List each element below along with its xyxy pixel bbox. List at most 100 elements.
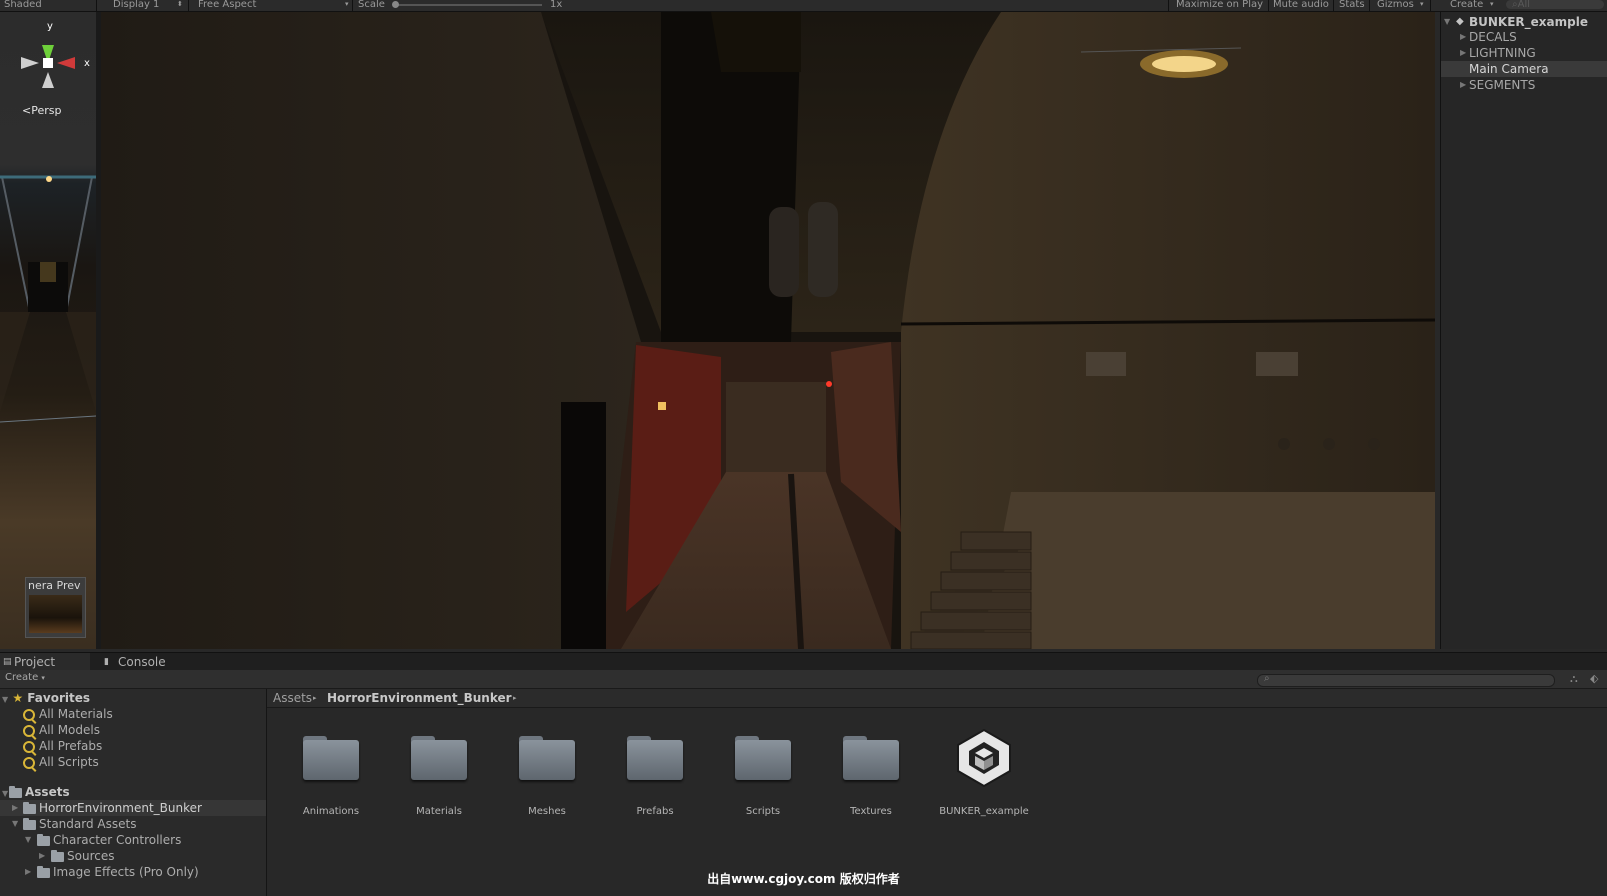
gizmo-neg-x-axis[interactable] [21,57,39,69]
display-dropdown-arrow-icon: ⬍ [177,0,183,8]
breadcrumb-current[interactable]: HorrorEnvironment_Bunker [327,689,512,707]
expand-triangle-icon[interactable]: ▼ [25,832,31,848]
folder-icon [735,736,791,780]
asset-folder-materials[interactable]: Materials [394,726,484,817]
folder-icon [23,802,36,814]
favorites-item-all-models[interactable]: All Models [39,722,100,738]
aspect-dropdown-arrow-icon: ▾ [345,0,349,8]
hierarchy-panel: ▼ ◆ BUNKER_example ▶ DECALS ▶ LIGHTNING … [1440,12,1607,649]
filter-by-type-icon[interactable]: ⛬ [1570,672,1578,686]
maximize-on-play-toggle[interactable]: Maximize on Play [1176,0,1263,10]
unity-scene-icon [957,728,1011,788]
scale-slider-handle[interactable] [392,1,399,8]
mute-audio-toggle[interactable]: Mute audio [1273,0,1329,10]
collapse-triangle-icon[interactable]: ▶ [12,800,18,816]
scene-gizmo[interactable]: y x [0,12,96,112]
asset-folder-meshes[interactable]: Meshes [502,726,592,817]
gizmo-center-cube[interactable] [43,58,53,68]
collapse-triangle-icon[interactable]: ▶ [1460,45,1466,61]
tab-project[interactable]: ▤ Project [0,653,90,671]
unity-scene-icon: ◆ [1456,16,1464,27]
gizmos-dropdown[interactable]: Gizmos [1377,0,1414,10]
folder-icon [23,818,36,830]
breadcrumb-separator-icon: ▸ [513,694,517,702]
gizmo-neg-y-axis[interactable] [42,72,54,88]
collapse-triangle-icon[interactable]: ▶ [1460,29,1466,45]
asset-folder-animations[interactable]: Animations [286,726,376,817]
hierarchy-item-lightning[interactable]: ▶ LIGHTNING [1441,45,1607,61]
folder-icon [843,736,899,780]
asset-folder-textures[interactable]: Textures [826,726,916,817]
tab-console[interactable]: ▮ Console [102,653,166,671]
folder-icon [37,834,50,846]
aspect-dropdown[interactable]: Free Aspect [198,0,256,10]
tree-item-horrorenvironment-bunker[interactable]: ▶ HorrorEnvironment_Bunker [0,800,266,816]
expand-triangle-icon[interactable]: ▼ [2,789,8,798]
hierarchy-item-segments[interactable]: ▶ SEGMENTS [1441,77,1607,93]
favorites-item-all-scripts[interactable]: All Scripts [39,754,99,770]
gizmo-x-label: x [84,58,90,69]
breadcrumb-assets[interactable]: Assets [273,689,312,707]
hierarchy-item-label: LIGHTNING [1469,46,1536,60]
game-view-rendering [101,12,1435,649]
asset-label: Textures [850,806,892,817]
bottom-tab-bar: ▤ Project ▮ Console [0,652,1607,671]
asset-scene-bunker-example[interactable]: BUNKER_example [934,726,1034,817]
breadcrumb: Assets ▸ HorrorEnvironment_Bunker ▸ [267,689,1607,708]
watermark-text: 出自www.cgjoy.com 版权归作者 [707,872,900,886]
expand-triangle-icon[interactable]: ▼ [1444,14,1450,30]
folder-icon [51,850,64,862]
shading-mode-dropdown[interactable]: Shaded [4,0,42,10]
hierarchy-item-decals[interactable]: ▶ DECALS [1441,29,1607,45]
hierarchy-create-button[interactable]: Create [1450,0,1483,10]
collapse-triangle-icon[interactable]: ▶ [39,848,45,864]
favorites-item-all-materials[interactable]: All Materials [39,706,113,722]
project-tab-icon: ▤ [3,657,12,667]
scale-slider[interactable] [394,4,542,6]
project-search-input[interactable]: ⌕ [1257,673,1555,687]
hierarchy-item-main-camera[interactable]: Main Camera [1441,61,1607,77]
assets-header[interactable]: ▼ [2,784,8,800]
collapse-triangle-icon[interactable]: ▶ [1460,77,1466,93]
asset-label: Materials [416,806,462,817]
display-dropdown[interactable]: Display 1 [113,0,159,10]
tree-item-standard-assets[interactable]: ▼ Standard Assets [0,816,266,832]
filter-by-label-icon[interactable]: ⬖ [1590,672,1598,685]
asset-label: Meshes [528,806,566,817]
project-create-button[interactable]: Create ▾ [5,672,45,683]
scale-value: 1x [550,0,563,10]
hierarchy-item-label: DECALS [1469,30,1517,44]
folder-icon [627,736,683,780]
scene-view[interactable]: y x <Persp nera Prev [0,12,96,649]
gizmos-arrow-icon: ▾ [1420,0,1424,8]
expand-triangle-icon[interactable]: ▼ [2,695,8,704]
breadcrumb-separator-icon: ▸ [313,694,317,702]
hierarchy-scene-row[interactable]: ▼ ◆ BUNKER_example [1441,14,1607,30]
search-icon [23,741,35,753]
camera-preview-image [29,595,82,633]
favorites-item-all-prefabs[interactable]: All Prefabs [39,738,102,754]
expand-triangle-icon[interactable]: ▼ [12,816,18,832]
stats-toggle[interactable]: Stats [1339,0,1365,10]
folder-icon [411,736,467,780]
hierarchy-item-label: Main Camera [1469,62,1549,76]
asset-folder-prefabs[interactable]: Prefabs [610,726,700,817]
projection-toggle[interactable]: <Persp [22,104,61,117]
tree-item-sources[interactable]: ▶ Sources [0,848,266,864]
gizmo-y-label: y [47,21,53,32]
hierarchy-search-placeholder: ⌕All [1512,0,1531,10]
asset-label: Scripts [745,806,781,817]
create-arrow-icon: ▾ [41,674,45,682]
hierarchy-item-label: SEGMENTS [1469,78,1536,92]
folder-icon [519,736,575,780]
asset-folder-scripts[interactable]: Scripts [718,726,808,817]
game-view[interactable] [101,12,1435,649]
scale-label: Scale [358,0,385,10]
asset-label: Prefabs [636,806,674,817]
search-icon: ⌕ [1264,673,1270,684]
create-arrow-icon: ▾ [1490,0,1494,8]
search-icon [23,709,35,721]
favorites-header[interactable]: ▼ ★ Favorites [2,690,90,706]
top-toolbar: Shaded Display 1 ⬍ Free Aspect ▾ Scale 1… [0,0,1607,12]
console-tab-icon: ▮ [104,657,109,667]
